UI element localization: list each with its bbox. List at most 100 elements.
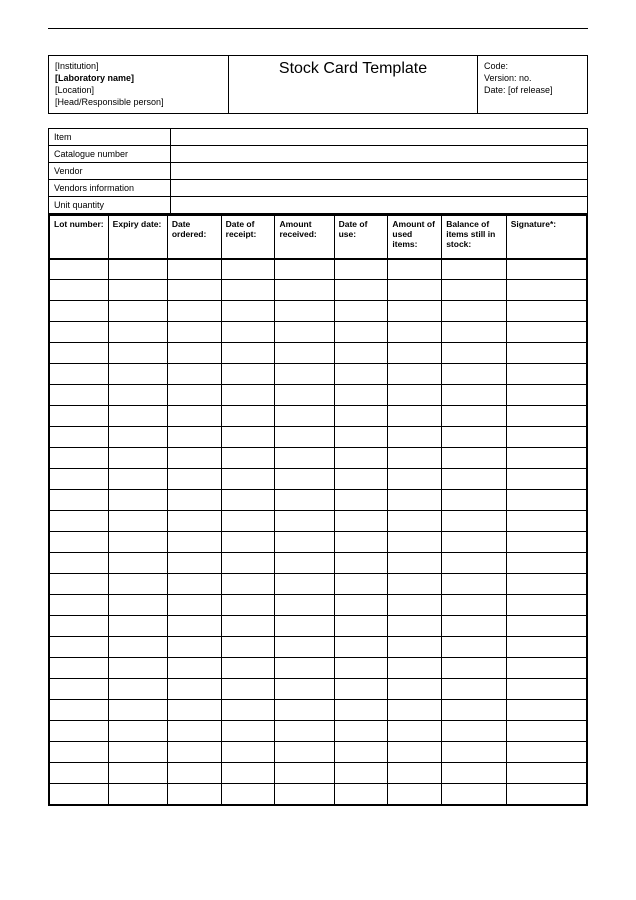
table-cell xyxy=(108,742,167,763)
table-cell xyxy=(442,322,507,343)
table-cell xyxy=(221,301,275,322)
institution-label: [Institution] xyxy=(55,60,222,72)
vendors-info-label: Vendors information xyxy=(49,179,171,196)
table-cell xyxy=(221,511,275,532)
table-row xyxy=(49,343,587,364)
table-cell xyxy=(275,574,334,595)
table-cell xyxy=(275,742,334,763)
table-cell xyxy=(442,763,507,784)
table-cell xyxy=(221,637,275,658)
table-cell xyxy=(442,343,507,364)
table-cell xyxy=(334,301,388,322)
table-cell xyxy=(221,784,275,805)
table-cell xyxy=(108,427,167,448)
col-date-receipt: Date of receipt: xyxy=(221,215,275,259)
table-cell xyxy=(442,784,507,805)
table-cell xyxy=(334,553,388,574)
table-cell xyxy=(108,700,167,721)
table-cell xyxy=(334,658,388,679)
table-cell xyxy=(108,322,167,343)
table-row xyxy=(49,574,587,595)
table-cell xyxy=(334,742,388,763)
table-cell xyxy=(49,700,108,721)
table-cell xyxy=(167,469,221,490)
table-cell xyxy=(108,658,167,679)
table-cell xyxy=(442,385,507,406)
item-label: Item xyxy=(49,128,171,145)
table-cell xyxy=(167,343,221,364)
table-cell xyxy=(108,784,167,805)
table-cell xyxy=(221,427,275,448)
table-cell xyxy=(506,385,587,406)
table-cell xyxy=(506,616,587,637)
table-cell xyxy=(442,406,507,427)
table-cell xyxy=(108,637,167,658)
table-cell xyxy=(334,595,388,616)
table-row xyxy=(49,742,587,763)
table-row xyxy=(49,280,587,301)
table-cell xyxy=(221,406,275,427)
table-cell xyxy=(221,385,275,406)
table-cell xyxy=(388,637,442,658)
table-cell xyxy=(442,469,507,490)
table-cell xyxy=(442,658,507,679)
info-block: Item Catalogue number Vendor Vendors inf… xyxy=(48,128,588,214)
table-cell xyxy=(167,490,221,511)
table-cell xyxy=(167,658,221,679)
table-cell xyxy=(506,637,587,658)
table-cell xyxy=(388,259,442,280)
table-cell xyxy=(334,637,388,658)
table-cell xyxy=(442,595,507,616)
table-cell xyxy=(506,763,587,784)
table-cell xyxy=(275,721,334,742)
table-row xyxy=(49,406,587,427)
table-cell xyxy=(334,616,388,637)
table-cell xyxy=(275,553,334,574)
table-cell xyxy=(275,595,334,616)
table-cell xyxy=(108,616,167,637)
table-row xyxy=(49,532,587,553)
table-cell xyxy=(388,490,442,511)
code-label: Code: xyxy=(484,60,581,72)
table-cell xyxy=(167,721,221,742)
table-cell xyxy=(275,301,334,322)
table-row xyxy=(49,511,587,532)
table-cell xyxy=(275,700,334,721)
table-cell xyxy=(167,763,221,784)
table-cell xyxy=(221,343,275,364)
unit-quantity-value xyxy=(171,196,588,213)
table-cell xyxy=(108,595,167,616)
table-row xyxy=(49,385,587,406)
table-row xyxy=(49,259,587,280)
table-cell xyxy=(334,721,388,742)
table-cell xyxy=(167,532,221,553)
table-cell xyxy=(49,721,108,742)
table-cell xyxy=(442,553,507,574)
table-cell xyxy=(49,742,108,763)
table-row xyxy=(49,616,587,637)
table-cell xyxy=(49,616,108,637)
table-cell xyxy=(108,469,167,490)
table-cell xyxy=(506,259,587,280)
table-cell xyxy=(221,679,275,700)
table-cell xyxy=(108,280,167,301)
table-cell xyxy=(221,532,275,553)
col-expiry-date: Expiry date: xyxy=(108,215,167,259)
table-cell xyxy=(388,616,442,637)
table-cell xyxy=(388,784,442,805)
table-row xyxy=(49,448,587,469)
table-cell xyxy=(442,490,507,511)
table-cell xyxy=(108,301,167,322)
table-cell xyxy=(108,406,167,427)
version-label: Version: no. xyxy=(484,72,581,84)
table-row xyxy=(49,301,587,322)
table-cell xyxy=(108,343,167,364)
table-cell xyxy=(221,448,275,469)
table-cell xyxy=(221,616,275,637)
table-cell xyxy=(334,679,388,700)
table-cell xyxy=(506,301,587,322)
col-amount-received: Amount received: xyxy=(275,215,334,259)
table-cell xyxy=(442,532,507,553)
table-cell xyxy=(442,448,507,469)
table-cell xyxy=(506,469,587,490)
